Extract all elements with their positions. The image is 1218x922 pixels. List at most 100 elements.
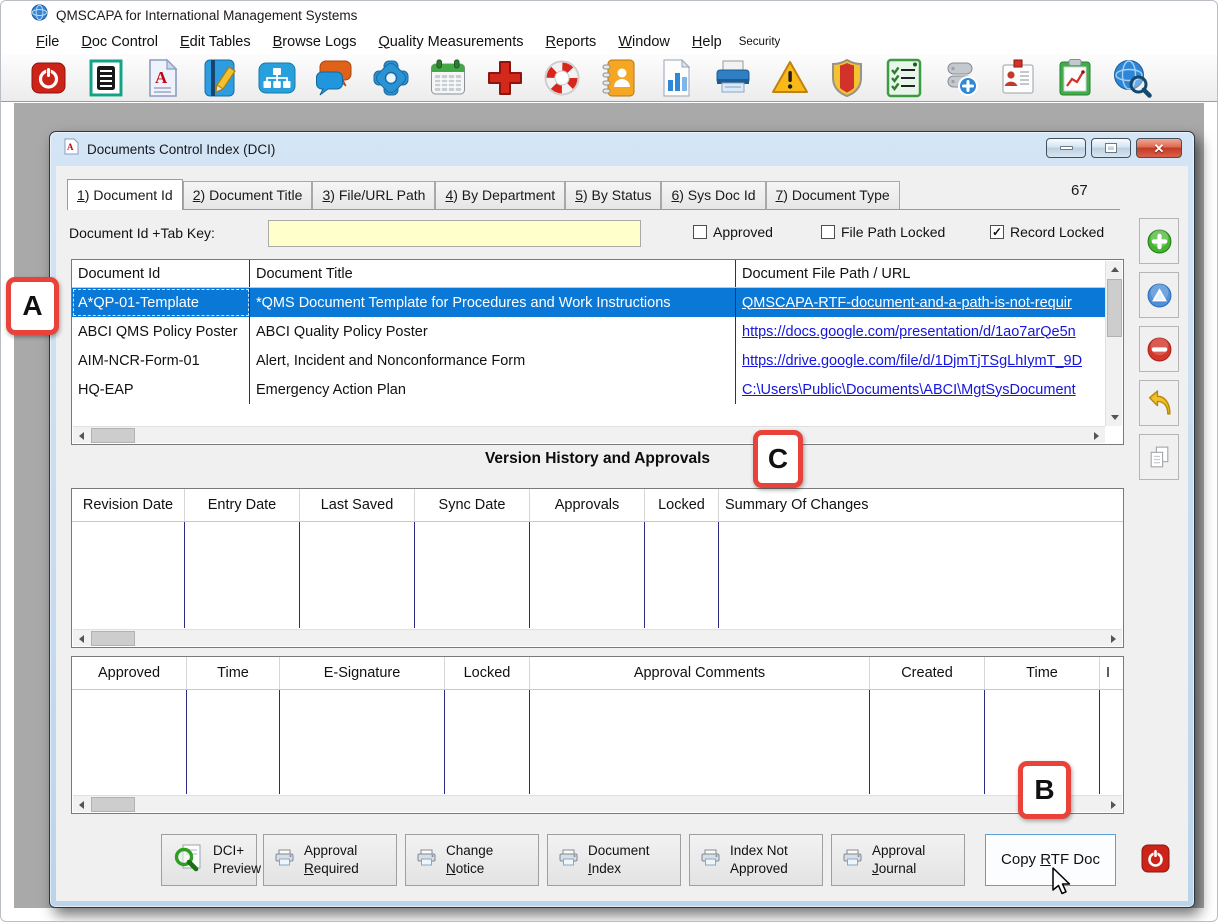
printer-icon[interactable] <box>713 58 753 98</box>
rtf-document-icon[interactable]: A <box>143 58 183 98</box>
change-notice-button[interactable]: ChangeNotice <box>405 834 539 886</box>
approval-journal-button[interactable]: ApprovalJournal <box>831 834 965 886</box>
column-header[interactable]: Approvals <box>530 489 645 521</box>
delete-record-button[interactable] <box>1139 326 1179 372</box>
menu-quality-measurements[interactable]: Quality Measurements <box>367 32 534 52</box>
column-header[interactable]: Revision Date <box>72 489 185 521</box>
dialog-power-close-button[interactable] <box>1141 844 1170 873</box>
column-header-document-title[interactable]: Document Title <box>250 260 736 287</box>
dialog-titlebar[interactable]: A Documents Control Index (DCI) ✕ <box>56 132 1188 166</box>
table-row[interactable]: AIM-NCR-Form-01 Alert, Incident and Nonc… <box>72 346 1106 375</box>
chat-bubbles-icon[interactable] <box>314 58 354 98</box>
dci-preview-button[interactable]: DCI+ Preview <box>161 834 257 886</box>
add-record-button[interactable] <box>1139 218 1179 264</box>
scroll-left-arrow[interactable] <box>73 630 90 647</box>
cell-file-path-link[interactable]: https://docs.google.com/presentation/d/1… <box>736 317 1106 346</box>
column-header[interactable]: Locked <box>645 489 719 521</box>
checkbox-file-path-locked[interactable]: File Path Locked <box>821 224 945 240</box>
table-row[interactable]: A*QP-01-Template *QMS Document Template … <box>72 288 1106 317</box>
scroll-down-arrow[interactable] <box>1106 409 1123 426</box>
record-count: 67 <box>1071 182 1121 199</box>
warning-icon[interactable] <box>770 58 810 98</box>
cell-file-path-link[interactable]: C:\Users\Public\Documents\ABCI\MgtSysDoc… <box>736 375 1106 404</box>
scroll-right-arrow[interactable] <box>1105 796 1122 813</box>
column-header[interactable]: Last Saved <box>300 489 415 521</box>
tab-by-status[interactable]: 5) By Status <box>565 181 661 209</box>
column-header[interactable]: Summary Of Changes <box>719 489 1123 521</box>
tab-document-type[interactable]: 7) Document Type <box>766 181 900 209</box>
column-header[interactable]: Time <box>187 657 280 689</box>
add-cross-icon[interactable] <box>485 58 525 98</box>
scroll-right-arrow[interactable] <box>1088 427 1105 444</box>
scroll-left-arrow[interactable] <box>73 427 90 444</box>
tab-file-url-path[interactable]: 3) File/URL Path <box>312 181 435 209</box>
menu-doc-control[interactable]: Doc Control <box>70 32 169 52</box>
document-id-input[interactable] <box>268 220 641 247</box>
checkbox-approved[interactable]: Approved <box>693 224 773 240</box>
menu-file[interactable]: File <box>25 32 70 52</box>
life-ring-icon[interactable] <box>542 58 582 98</box>
menu-help[interactable]: Help <box>681 32 733 52</box>
approval-required-button[interactable]: ApprovalRequired <box>263 834 397 886</box>
checklist-icon[interactable] <box>884 58 924 98</box>
table-row[interactable]: HQ-EAP Emergency Action Plan C:\Users\Pu… <box>72 375 1106 404</box>
copy-record-button[interactable] <box>1139 434 1179 480</box>
scrollbar-thumb[interactable] <box>91 797 135 812</box>
menu-edit-tables[interactable]: Edit Tables <box>169 32 262 52</box>
settings-gear-icon[interactable] <box>371 58 411 98</box>
web-search-icon[interactable] <box>1112 58 1152 98</box>
tab-sys-doc-id[interactable]: 6) Sys Doc Id <box>661 181 765 209</box>
database-add-icon[interactable] <box>941 58 981 98</box>
minimize-button[interactable] <box>1046 138 1086 158</box>
tab-document-title[interactable]: 2) Document Title <box>183 181 313 209</box>
column-header[interactable]: Sync Date <box>415 489 530 521</box>
checkbox-record-locked[interactable]: ✓ Record Locked <box>990 224 1104 240</box>
chart-report-icon[interactable] <box>656 58 696 98</box>
menu-reports[interactable]: Reports <box>535 32 608 52</box>
column-header[interactable]: E-Signature <box>280 657 445 689</box>
tab-by-department[interactable]: 4) By Department <box>435 181 565 209</box>
menu-security[interactable]: Security <box>733 34 787 50</box>
column-header[interactable]: Approval Comments <box>530 657 870 689</box>
menu-window[interactable]: Window <box>607 32 681 52</box>
horizontal-scrollbar[interactable] <box>73 795 1122 812</box>
horizontal-scrollbar[interactable] <box>73 629 1122 646</box>
power-icon[interactable] <box>29 58 69 98</box>
jump-to-button[interactable] <box>1139 380 1179 426</box>
svg-text:A: A <box>155 68 168 87</box>
address-book-icon[interactable] <box>599 58 639 98</box>
sitemap-icon[interactable] <box>257 58 297 98</box>
notebook-edit-icon[interactable] <box>200 58 240 98</box>
scroll-right-arrow[interactable] <box>1105 630 1122 647</box>
shield-icon[interactable] <box>827 58 867 98</box>
menu-browse-logs[interactable]: Browse Logs <box>262 32 368 52</box>
column-header[interactable]: Created <box>870 657 985 689</box>
close-button[interactable]: ✕ <box>1136 138 1182 158</box>
cell-file-path-link[interactable]: QMSCAPA-RTF-document-and-a-path-is-not-r… <box>736 288 1106 317</box>
scrollbar-thumb[interactable] <box>1107 279 1122 337</box>
change-record-button[interactable] <box>1139 272 1179 318</box>
scrollbar-thumb[interactable] <box>91 631 135 646</box>
calendar-icon[interactable] <box>428 58 468 98</box>
vertical-scrollbar[interactable] <box>1105 261 1122 426</box>
document-index-button[interactable]: DocumentIndex <box>547 834 681 886</box>
column-header[interactable]: Approved <box>72 657 187 689</box>
tab-document-id[interactable]: 1) Document Id <box>67 179 183 210</box>
document-list-icon[interactable] <box>86 58 126 98</box>
column-header-document-id[interactable]: Document Id <box>72 260 250 287</box>
contact-badge-icon[interactable] <box>998 58 1038 98</box>
scroll-left-arrow[interactable] <box>73 796 90 813</box>
cell-file-path-link[interactable]: https://drive.google.com/file/d/1DjmTjTS… <box>736 346 1106 375</box>
column-header[interactable]: Entry Date <box>185 489 300 521</box>
horizontal-scrollbar[interactable] <box>73 426 1105 443</box>
table-row[interactable]: ABCI QMS Policy Poster ABCI Quality Poli… <box>72 317 1106 346</box>
clipboard-chart-icon[interactable] <box>1055 58 1095 98</box>
scrollbar-thumb[interactable] <box>91 428 135 443</box>
column-header[interactable]: Time <box>985 657 1100 689</box>
scroll-up-arrow[interactable] <box>1106 261 1123 278</box>
column-header[interactable]: I <box>1100 657 1123 689</box>
column-header-file-path[interactable]: Document File Path / URL <box>736 260 1106 287</box>
index-not-approved-button[interactable]: Index NotApproved <box>689 834 823 886</box>
maximize-button[interactable] <box>1091 138 1131 158</box>
column-header[interactable]: Locked <box>445 657 530 689</box>
